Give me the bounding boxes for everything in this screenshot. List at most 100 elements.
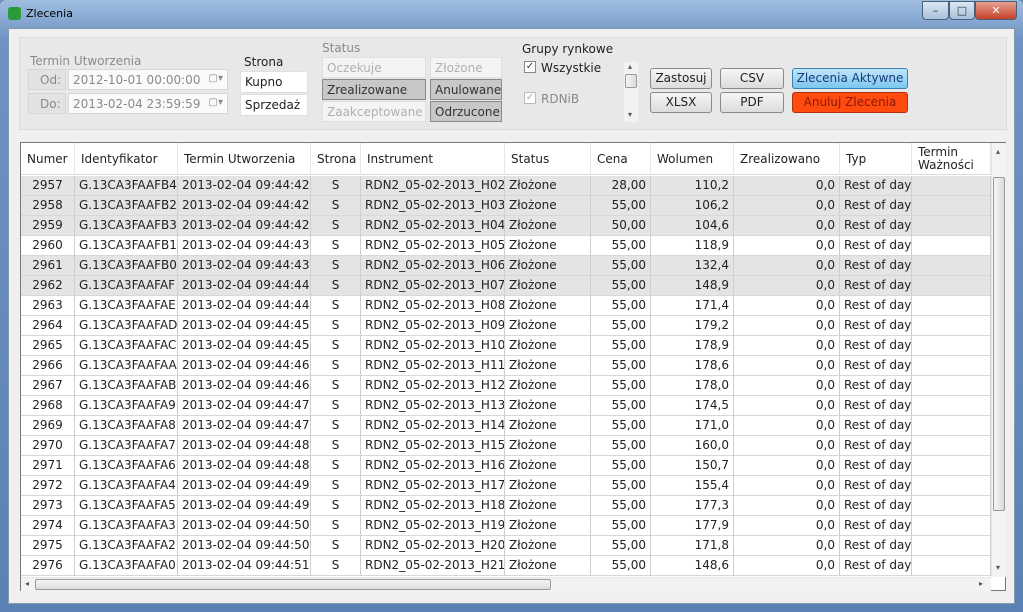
table-row[interactable]: 2968 G.13CA3FAAFA9 2013-02-04 09:44:47 S RDN… xyxy=(21,396,991,416)
csv-button[interactable]: CSV xyxy=(720,68,784,89)
table-row[interactable]: 2957 G.13CA3FAAFB4 2013-02-04 09:44:42 S RDN… xyxy=(21,176,991,196)
cell-typ: Rest of day xyxy=(840,456,912,476)
rdnib-checkbox[interactable]: ✓ xyxy=(524,92,536,104)
anuluj-zlecenia-button[interactable]: Anuluj Zlecenia xyxy=(792,92,908,113)
cell-status: Złożone xyxy=(505,276,591,296)
table-row[interactable]: 2959 G.13CA3FAAFB3 2013-02-04 09:44:42 S RDN… xyxy=(21,216,991,236)
table-row[interactable]: 2963 G.13CA3FAAFAE 2013-02-04 09:44:44 S RDN… xyxy=(21,296,991,316)
grupy-scrollbar[interactable]: ▴ ▾ xyxy=(624,62,638,122)
cell-waznosc xyxy=(912,556,991,576)
column-header-numer[interactable]: Numer xyxy=(21,143,75,175)
status-oczekuje[interactable]: Oczekuje xyxy=(322,57,426,78)
scroll-up-icon[interactable]: ▴ xyxy=(996,147,1000,156)
cell-wolumen: 118,9 xyxy=(651,236,734,256)
cell-waznosc xyxy=(912,236,991,256)
cell-instrument: RDN2_05-02-2013_H09 xyxy=(361,316,505,336)
table-row[interactable]: 2967 G.13CA3FAAFAB 2013-02-04 09:44:46 S RDN… xyxy=(21,376,991,396)
cell-wolumen: 148,6 xyxy=(651,556,734,576)
table-row[interactable]: 2961 G.13CA3FAAFB0 2013-02-04 09:44:43 S RDN… xyxy=(21,256,991,276)
cell-strona: S xyxy=(311,476,361,496)
wszystkie-checkbox[interactable]: ✓ xyxy=(524,61,536,73)
table-row[interactable]: 2966 G.13CA3FAAFAA 2013-02-04 09:44:46 S RDN… xyxy=(21,356,991,376)
horizontal-scrollbar[interactable]: ◂ ▸ xyxy=(21,577,991,591)
column-header-zreal[interactable]: Zrealizowano xyxy=(734,143,840,175)
scroll-down-icon[interactable]: ▾ xyxy=(628,110,632,119)
calendar-icon[interactable]: ▢▾ xyxy=(209,97,223,108)
scroll-left-icon[interactable]: ◂ xyxy=(25,579,29,588)
vertical-scrollbar[interactable]: ▴ ▾ xyxy=(991,143,1006,577)
column-header-typ[interactable]: Typ xyxy=(840,143,912,175)
column-header-status[interactable]: Status xyxy=(505,143,591,175)
minimize-button[interactable]: – xyxy=(922,1,949,20)
column-header-cena[interactable]: Cena xyxy=(591,143,651,175)
zastosuj-button[interactable]: Zastosuj xyxy=(650,68,712,89)
table-header: Numer Identyfikator Termin Utworzenia Stron… xyxy=(21,143,991,175)
column-header-strona[interactable]: Strona xyxy=(311,143,361,175)
kupno-toggle[interactable]: Kupno xyxy=(240,71,308,93)
cell-cena: 55,00 xyxy=(591,396,651,416)
scroll-up-icon[interactable]: ▴ xyxy=(628,62,632,71)
table-row[interactable]: 2970 G.13CA3FAAFA7 2013-02-04 09:44:48 S RDN… xyxy=(21,436,991,456)
cell-status: Złożone xyxy=(505,536,591,556)
cell-zreal: 0,0 xyxy=(734,556,840,576)
column-header-waznosc[interactable]: Termin Ważności xyxy=(912,143,991,175)
cell-typ: Rest of day xyxy=(840,496,912,516)
cell-numer: 2973 xyxy=(21,496,75,516)
table-row[interactable]: 2962 G.13CA3FAAFAF 2013-02-04 09:44:44 S RDN… xyxy=(21,276,991,296)
xlsx-button[interactable]: XLSX xyxy=(650,92,712,113)
column-header-instrument[interactable]: Instrument xyxy=(361,143,505,175)
column-header-id[interactable]: Identyfikator xyxy=(75,143,178,175)
cell-zreal: 0,0 xyxy=(734,536,840,556)
status-odrzucone[interactable]: Odrzucone xyxy=(430,101,502,122)
table-row[interactable]: 2975 G.13CA3FAAFA2 2013-02-04 09:44:50 S RDN… xyxy=(21,536,991,556)
table-row[interactable]: 2976 G.13CA3FAAFA0 2013-02-04 09:44:51 S RDN… xyxy=(21,556,991,576)
cell-termin: 2013-02-04 09:44:47 xyxy=(178,416,311,436)
cell-instrument: RDN2_05-02-2013_H12 xyxy=(361,376,505,396)
scroll-right-icon[interactable]: ▸ xyxy=(979,579,983,588)
table-row[interactable]: 2971 G.13CA3FAAFA6 2013-02-04 09:44:48 S RDN… xyxy=(21,456,991,476)
sprzedaz-toggle[interactable]: Sprzedaż xyxy=(240,94,308,116)
table-row[interactable]: 2972 G.13CA3FAAFA4 2013-02-04 09:44:49 S RDN… xyxy=(21,476,991,496)
cell-id: G.13CA3FAAFAF xyxy=(75,276,178,296)
column-header-termin[interactable]: Termin Utworzenia xyxy=(178,143,311,175)
table-row[interactable]: 2969 G.13CA3FAAFA8 2013-02-04 09:44:47 S RDN… xyxy=(21,416,991,436)
cell-cena: 55,00 xyxy=(591,336,651,356)
cell-typ: Rest of day xyxy=(840,516,912,536)
column-header-wolumen[interactable]: Wolumen xyxy=(651,143,734,175)
cell-waznosc xyxy=(912,176,991,196)
title-bar[interactable]: Zlecenia – □ ✕ xyxy=(0,0,1023,28)
cell-status: Złożone xyxy=(505,436,591,456)
zlecenia-aktywne-button[interactable]: Zlecenia Aktywne xyxy=(792,68,908,89)
pdf-button[interactable]: PDF xyxy=(720,92,784,113)
table-row[interactable]: 2958 G.13CA3FAAFB2 2013-02-04 09:44:42 S RDN… xyxy=(21,196,991,216)
cell-id: G.13CA3FAAFA6 xyxy=(75,456,178,476)
do-date-field[interactable]: 2013-02-04 23:59:59 ▢▾ xyxy=(68,93,228,114)
cell-termin: 2013-02-04 09:44:45 xyxy=(178,316,311,336)
table-row[interactable]: 2964 G.13CA3FAAFAD 2013-02-04 09:44:45 S RDN… xyxy=(21,316,991,336)
table-row[interactable]: 2965 G.13CA3FAAFAC 2013-02-04 09:44:45 S RDN… xyxy=(21,336,991,356)
maximize-button[interactable]: □ xyxy=(949,1,975,20)
cell-numer: 2961 xyxy=(21,256,75,276)
table-row[interactable]: 2960 G.13CA3FAAFB1 2013-02-04 09:44:43 S RDN… xyxy=(21,236,991,256)
table-row[interactable]: 2974 G.13CA3FAAFA3 2013-02-04 09:44:50 S RDN… xyxy=(21,516,991,536)
horizontal-scroll-thumb[interactable] xyxy=(35,579,551,590)
status-zrealizowane[interactable]: Zrealizowane xyxy=(322,79,426,100)
scroll-thumb[interactable] xyxy=(625,74,637,88)
calendar-icon[interactable]: ▢▾ xyxy=(209,73,223,84)
cell-strona: S xyxy=(311,516,361,536)
status-zlozone[interactable]: Złożone xyxy=(430,57,502,78)
vertical-scroll-thumb[interactable] xyxy=(993,177,1005,511)
cell-numer: 2965 xyxy=(21,336,75,356)
cell-cena: 55,00 xyxy=(591,276,651,296)
cell-instrument: RDN2_05-02-2013_H06 xyxy=(361,256,505,276)
table-row[interactable]: 2973 G.13CA3FAAFA5 2013-02-04 09:44:49 S RDN… xyxy=(21,496,991,516)
status-anulowane[interactable]: Anulowane xyxy=(430,79,502,100)
cell-zreal: 0,0 xyxy=(734,216,840,236)
close-button[interactable]: ✕ xyxy=(975,1,1017,20)
status-zaakceptowane[interactable]: Zaakceptowane xyxy=(322,101,426,122)
scroll-down-icon[interactable]: ▾ xyxy=(996,563,1000,572)
od-date-field[interactable]: 2012-10-01 00:00:00 ▢▾ xyxy=(68,69,228,90)
cell-instrument: RDN2_05-02-2013_H13 xyxy=(361,396,505,416)
cell-instrument: RDN2_05-02-2013_H15 xyxy=(361,436,505,456)
cell-typ: Rest of day xyxy=(840,296,912,316)
